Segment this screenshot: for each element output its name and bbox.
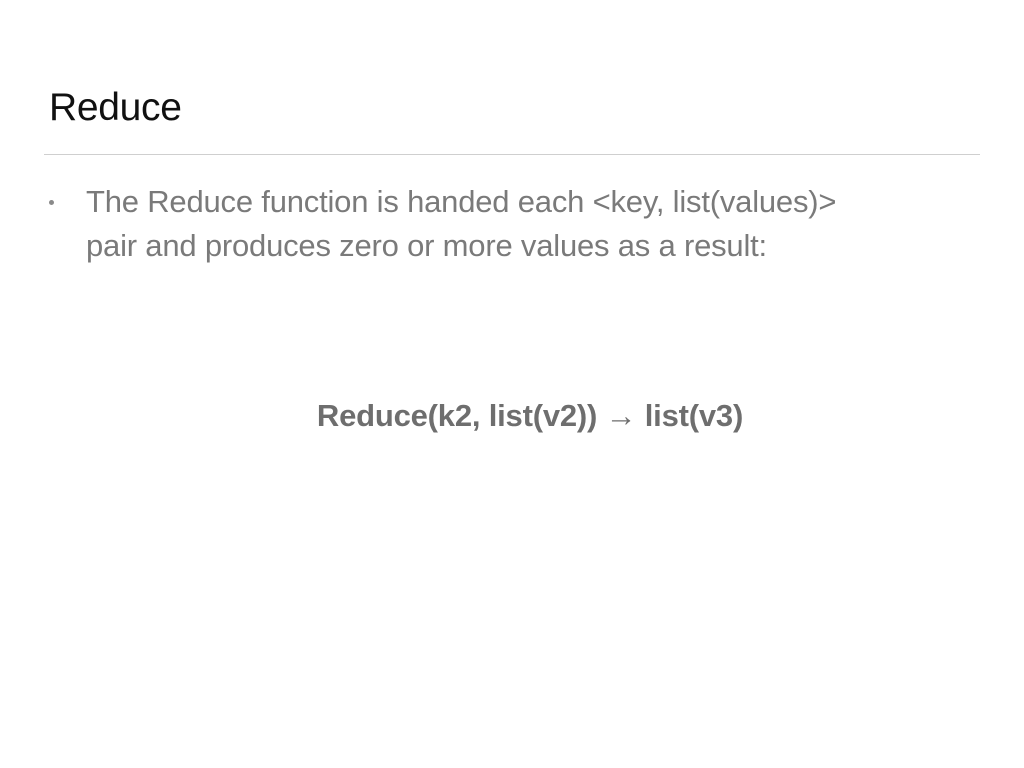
bullet-line: The Reduce function is handed each <key,… (86, 184, 837, 219)
slide-title: Reduce (49, 86, 182, 129)
slide: Reduce The Reduce function is handed eac… (0, 0, 1024, 768)
bullet-dot-icon (49, 200, 54, 205)
title-divider (44, 154, 980, 155)
bullet-line: pair and produces zero or more values as… (86, 228, 767, 263)
reduce-signature-formula: Reduce(k2, list(v2)) → list(v3) (316, 398, 744, 433)
bullet-text: The Reduce function is handed each <key,… (86, 180, 966, 268)
